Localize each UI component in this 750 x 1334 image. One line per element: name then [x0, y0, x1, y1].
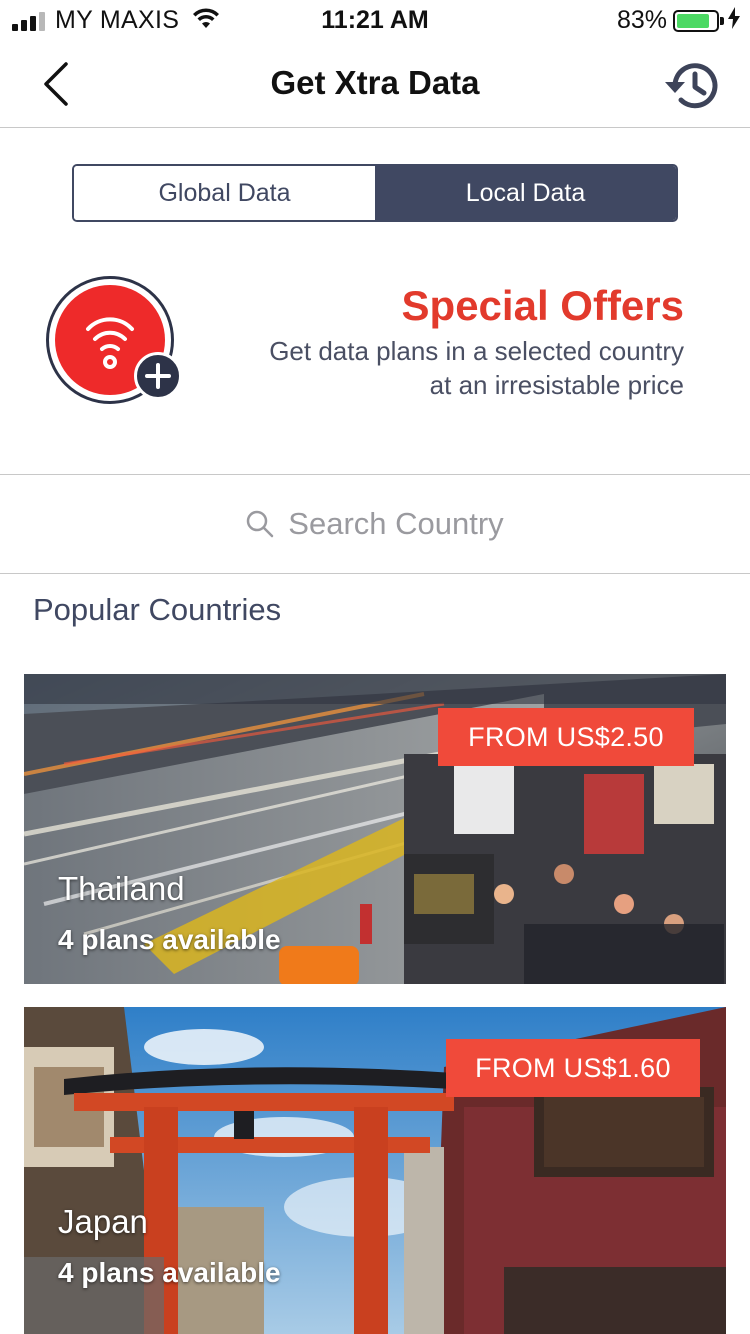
price-badge: FROM US$2.50: [438, 708, 694, 766]
country-card-thailand[interactable]: FROM US$2.50 Thailand 4 plans available: [24, 674, 726, 984]
tab-global-data[interactable]: Global Data: [74, 166, 375, 220]
history-button[interactable]: [660, 56, 720, 116]
plans-available: 4 plans available: [58, 1257, 281, 1288]
special-offers-description: Get data plans in a selected country at …: [269, 336, 684, 400]
page-title: Get Xtra Data: [270, 64, 480, 101]
tab-local-data[interactable]: Local Data: [375, 166, 676, 220]
divider: [0, 573, 750, 574]
price-badge: FROM US$1.60: [446, 1039, 700, 1097]
divider: [0, 474, 750, 475]
country-name: Thailand: [58, 870, 185, 907]
country-card-japan[interactable]: FROM US$1.60 Japan 4 plans available: [24, 1007, 726, 1334]
status-bar: MY MAXIS 11:21 AM 83%: [0, 0, 750, 40]
popular-countries-title: Popular Countries: [33, 592, 282, 627]
battery-icon: [673, 9, 719, 32]
wifi-icon: [86, 317, 134, 369]
search-placeholder: Search Country: [288, 506, 504, 541]
status-right: 83%: [617, 6, 740, 35]
navigation-bar: Get Xtra Data: [0, 40, 750, 128]
special-offers-title: Special Offers: [401, 282, 684, 329]
battery-percent: 83%: [616, 6, 667, 34]
charging-bolt-icon: [728, 7, 740, 34]
plus-icon: [134, 352, 182, 400]
search-icon: [246, 510, 274, 538]
battery-cap: [720, 16, 724, 25]
data-type-tabs: Global Data Local Data: [72, 164, 678, 222]
battery-level: [677, 13, 709, 28]
history-clock-icon: [665, 63, 718, 109]
wifi-plus-icon: [46, 276, 186, 406]
country-name: Japan: [58, 1203, 148, 1240]
search-country-input[interactable]: Search Country: [0, 476, 750, 572]
plans-available: 4 plans available: [58, 924, 281, 955]
